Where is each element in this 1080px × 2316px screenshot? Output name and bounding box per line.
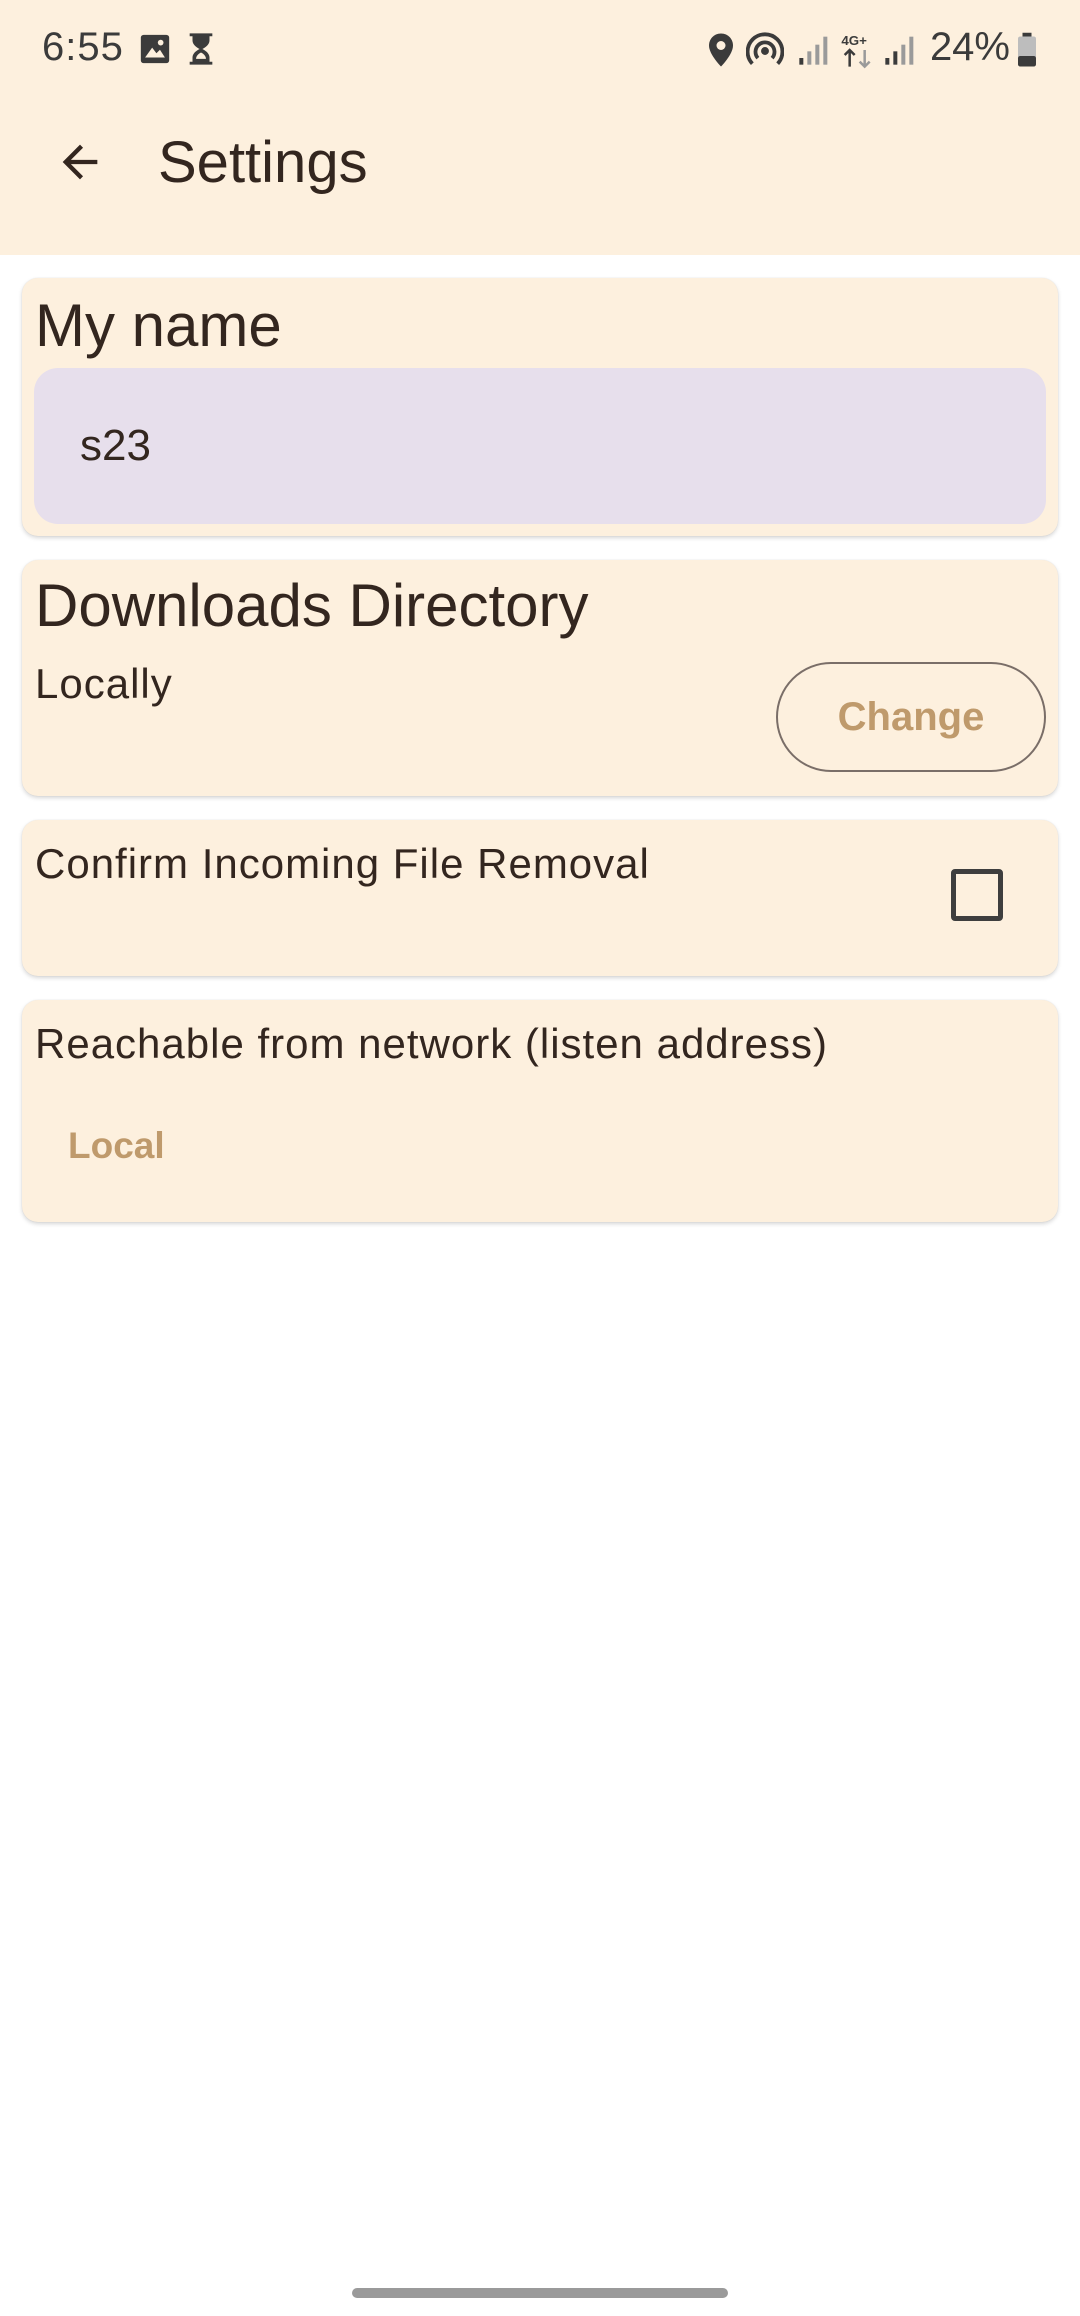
svg-text:4G+: 4G+	[841, 33, 867, 48]
status-bar: 6:55 4G+ 24%	[0, 0, 1080, 100]
data-4g-icon: 4G+	[841, 33, 871, 69]
top-app-bar: 6:55 4G+ 24% Settings	[0, 0, 1080, 255]
my-name-title: My name	[35, 292, 282, 359]
hotspot-icon	[746, 32, 784, 65]
listen-address-card: Reachable from network (listen address) …	[22, 1000, 1058, 1222]
confirm-removal-checkbox[interactable]	[951, 869, 1003, 921]
status-time: 6:55	[42, 25, 124, 69]
signal-icon	[799, 36, 828, 65]
confirm-removal-card[interactable]: Confirm Incoming File Removal	[22, 820, 1058, 976]
battery-percentage: 24%	[929, 25, 1010, 69]
gesture-navigation-handle[interactable]	[352, 2288, 728, 2298]
arrow-back-icon	[62, 144, 98, 180]
downloads-directory-title: Downloads Directory	[35, 572, 589, 639]
signal-icon	[885, 36, 914, 65]
page-title: Settings	[158, 130, 368, 195]
confirm-removal-label: Confirm Incoming File Removal	[35, 840, 650, 887]
my-name-card: My name	[22, 278, 1058, 536]
listen-address-selector[interactable]: Local	[68, 1122, 165, 1170]
hourglass-icon	[189, 33, 213, 65]
name-input[interactable]	[34, 368, 1046, 524]
downloads-location: Locally	[35, 660, 173, 707]
change-button[interactable]: Change	[776, 662, 1046, 772]
image-icon	[140, 34, 170, 64]
downloads-directory-card: Downloads Directory Locally Change	[22, 560, 1058, 796]
listen-address-label: Reachable from network (listen address)	[35, 1020, 828, 1067]
location-icon	[709, 33, 733, 67]
battery-icon	[1018, 32, 1036, 67]
back-button[interactable]	[40, 122, 120, 202]
